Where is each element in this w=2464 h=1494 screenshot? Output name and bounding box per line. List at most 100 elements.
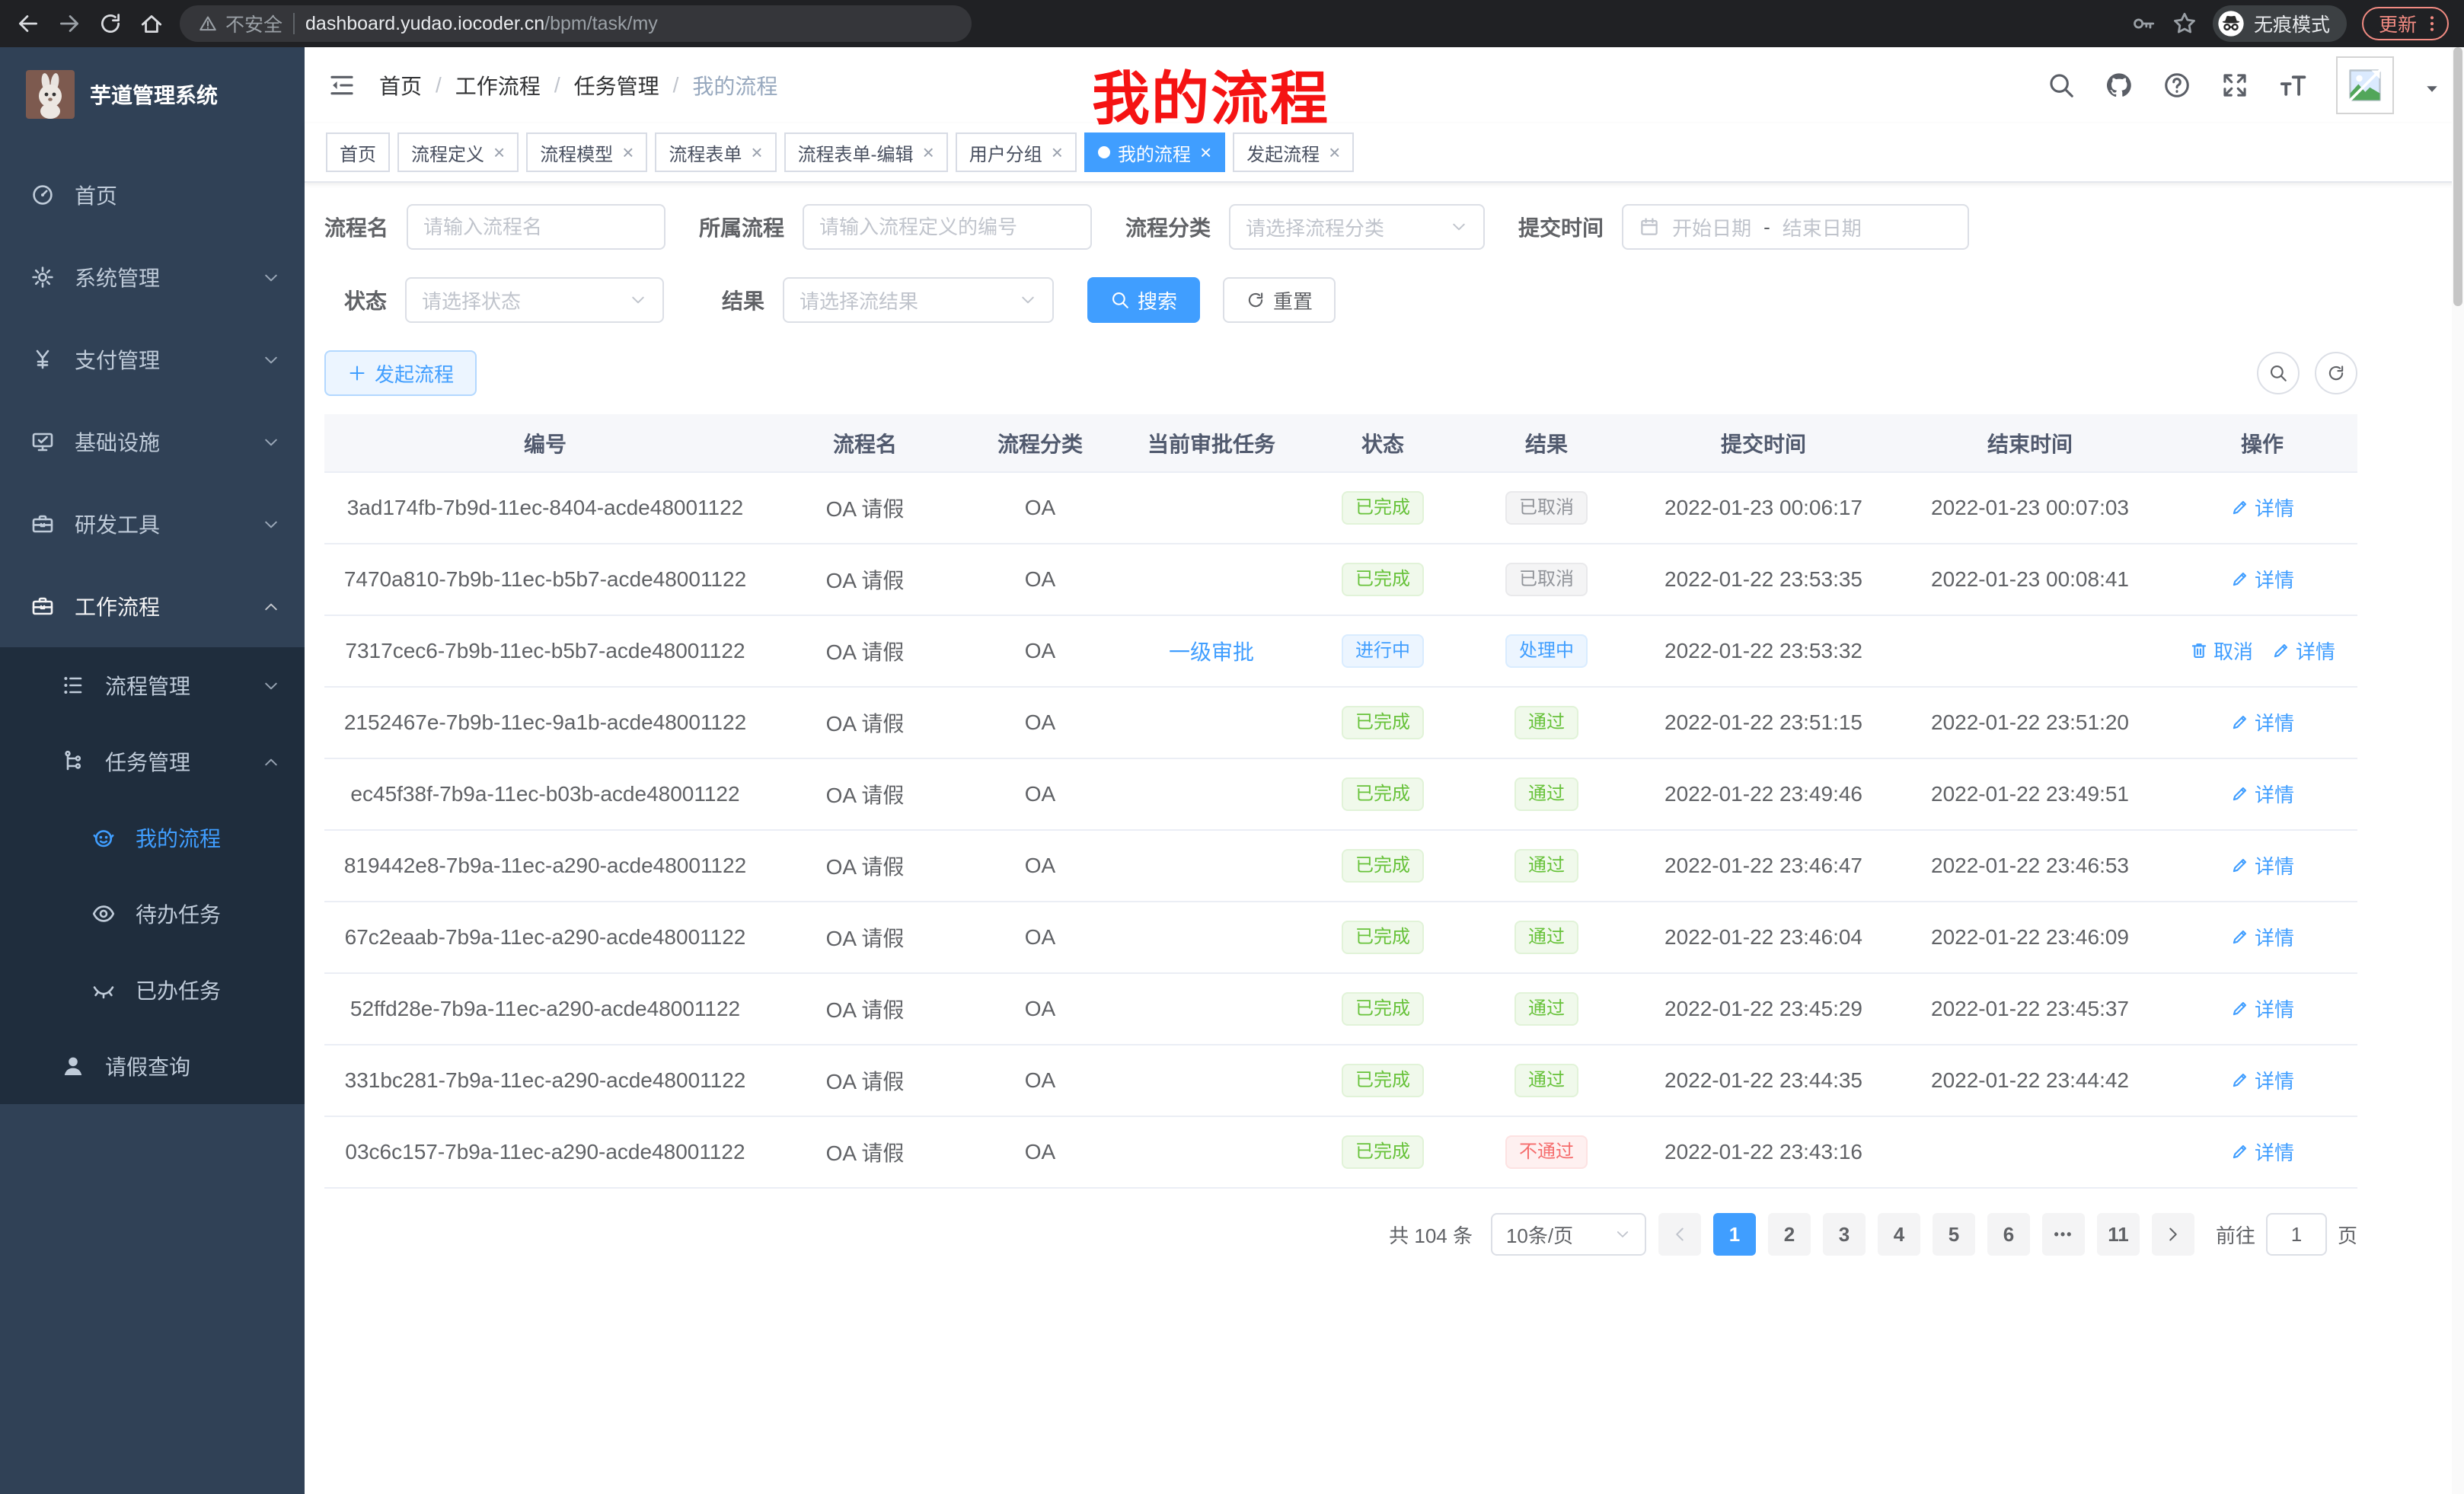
browser-back-icon[interactable]	[15, 11, 41, 37]
refresh-table-button[interactable]	[2315, 352, 2357, 394]
close-icon[interactable]: ×	[1198, 142, 1211, 162]
search-icon[interactable]	[2047, 71, 2076, 100]
page-number-button[interactable]: 4	[1878, 1213, 1920, 1256]
cell-current-task	[1116, 544, 1307, 615]
caret-down-icon[interactable]	[2423, 76, 2441, 94]
close-icon[interactable]: ×	[921, 142, 934, 162]
cell-process-name: OA 请假	[766, 687, 964, 758]
detail-link[interactable]: 详情	[2230, 1138, 2294, 1166]
main-area: 我的流程 首页 / 工作流程 / 任务管理 / 我的流程	[305, 47, 2464, 1494]
view-tab[interactable]: 我的流程×	[1084, 132, 1225, 172]
cell-category: OA	[964, 472, 1116, 544]
page-number-button[interactable]: 2	[1768, 1213, 1811, 1256]
browser-home-icon[interactable]	[139, 11, 164, 37]
sidebar-item-home[interactable]: 首页	[0, 154, 305, 236]
detail-link[interactable]: 详情	[2230, 565, 2294, 593]
page-number-button[interactable]: 1	[1713, 1213, 1756, 1256]
detail-link[interactable]: 详情	[2271, 637, 2335, 665]
page-size-select[interactable]: 10条/页	[1491, 1213, 1646, 1256]
result-badge: 处理中	[1505, 634, 1588, 668]
detail-link[interactable]: 详情	[2230, 708, 2294, 736]
sidebar-item-label: 任务管理	[105, 746, 190, 777]
detail-link[interactable]: 详情	[2230, 1066, 2294, 1094]
process-name-input[interactable]	[407, 204, 665, 250]
yen-icon	[30, 347, 55, 372]
detail-link[interactable]: 详情	[2230, 994, 2294, 1023]
sidebar-item-leave-query[interactable]: 请假查询	[0, 1028, 305, 1104]
cell-current-task	[1116, 830, 1307, 902]
github-icon[interactable]	[2105, 71, 2134, 100]
reset-button[interactable]: 重置	[1223, 277, 1336, 323]
view-tab[interactable]: 流程模型×	[526, 132, 647, 172]
cell-actions: 取消详情	[2167, 615, 2357, 687]
select-placeholder: 请选择状态	[422, 286, 521, 314]
cancel-link[interactable]: 取消	[2189, 637, 2253, 665]
sidebar-item-process-mgmt[interactable]: 流程管理	[0, 647, 305, 723]
breadcrumb: 首页 / 工作流程 / 任务管理 / 我的流程	[379, 70, 777, 101]
date-range-picker[interactable]: 开始日期 - 结束日期	[1622, 204, 1969, 250]
page-number-button[interactable]: 6	[1987, 1213, 2030, 1256]
result-select[interactable]: 请选择流结果	[783, 277, 1054, 323]
task-link[interactable]: 一级审批	[1169, 640, 1254, 664]
toggle-search-button[interactable]	[2257, 352, 2300, 394]
view-tab[interactable]: 流程定义×	[397, 132, 519, 172]
breadcrumb-item[interactable]: 任务管理	[574, 70, 659, 101]
cell-actions: 详情	[2167, 973, 2357, 1045]
browser-menu-icon[interactable]	[2421, 13, 2443, 34]
browser-forward-icon[interactable]	[56, 11, 82, 37]
page-number-button[interactable]: 3	[1823, 1213, 1866, 1256]
page-number-button[interactable]: 5	[1933, 1213, 1975, 1256]
close-icon[interactable]: ×	[1050, 142, 1063, 162]
view-tab[interactable]: 发起流程×	[1233, 132, 1354, 172]
search-button[interactable]: 搜索	[1087, 277, 1200, 323]
sidebar-item-done-task[interactable]: 已办任务	[0, 952, 305, 1028]
key-icon[interactable]	[2130, 11, 2156, 37]
sidebar-item-label: 工作流程	[75, 591, 160, 621]
fullscreen-icon[interactable]	[2220, 71, 2249, 100]
bookmark-star-icon[interactable]	[2172, 11, 2197, 37]
sidebar-item-devtools[interactable]: 研发工具	[0, 483, 305, 565]
close-icon[interactable]: ×	[749, 142, 762, 162]
address-bar[interactable]: 不安全 dashboard.yudao.iocoder.cn/bpm/task/…	[180, 5, 972, 42]
close-icon[interactable]: ×	[621, 142, 634, 162]
scrollbar-thumb[interactable]	[2453, 47, 2462, 306]
sidebar-item-system[interactable]: 系统管理	[0, 236, 305, 318]
window-scrollbar[interactable]	[2452, 47, 2464, 1494]
prev-page-button[interactable]	[1658, 1213, 1701, 1256]
breadcrumb-item[interactable]: 首页	[379, 70, 422, 101]
avatar[interactable]	[2336, 56, 2394, 114]
sidebar-item-infra[interactable]: 基础设施	[0, 401, 305, 483]
fontsize-icon[interactable]	[2278, 71, 2307, 100]
view-tab[interactable]: 流程表单-编辑×	[784, 132, 948, 172]
select-placeholder: 请选择流程分类	[1246, 213, 1384, 241]
close-icon[interactable]: ×	[492, 142, 505, 162]
create-process-button[interactable]: 发起流程	[324, 350, 477, 396]
collapse-sidebar-icon[interactable]	[327, 71, 356, 100]
sidebar-item-task-mgmt[interactable]: 任务管理	[0, 723, 305, 800]
status-select[interactable]: 请选择状态	[405, 277, 664, 323]
page-numbers: 123456 ••• 11	[1713, 1213, 2140, 1256]
page-number-button[interactable]: 11	[2097, 1213, 2140, 1256]
breadcrumb-item[interactable]: 工作流程	[455, 70, 541, 101]
sidebar-item-todo-task[interactable]: 待办任务	[0, 876, 305, 952]
browser-reload-icon[interactable]	[97, 11, 123, 37]
view-tab[interactable]: 首页	[326, 132, 390, 172]
next-page-button[interactable]	[2152, 1213, 2194, 1256]
sidebar-item-my-process[interactable]: 我的流程	[0, 800, 305, 876]
category-select[interactable]: 请选择流程分类	[1229, 204, 1485, 250]
view-tab[interactable]: 用户分组×	[956, 132, 1077, 172]
help-icon[interactable]	[2162, 71, 2191, 100]
close-icon[interactable]: ×	[1327, 142, 1340, 162]
detail-link[interactable]: 详情	[2230, 923, 2294, 951]
sidebar-item-payment[interactable]: 支付管理	[0, 318, 305, 401]
more-pages-button[interactable]: •••	[2042, 1213, 2085, 1256]
detail-link[interactable]: 详情	[2230, 851, 2294, 879]
detail-link[interactable]: 详情	[2230, 780, 2294, 808]
update-button[interactable]: 更新	[2362, 7, 2449, 40]
process-definition-input[interactable]	[803, 204, 1092, 250]
goto-page-input[interactable]	[2266, 1213, 2327, 1256]
security-chip[interactable]: 不安全	[198, 10, 282, 37]
sidebar-item-workflow[interactable]: 工作流程	[0, 565, 305, 647]
detail-link[interactable]: 详情	[2230, 493, 2294, 522]
view-tab[interactable]: 流程表单×	[655, 132, 776, 172]
